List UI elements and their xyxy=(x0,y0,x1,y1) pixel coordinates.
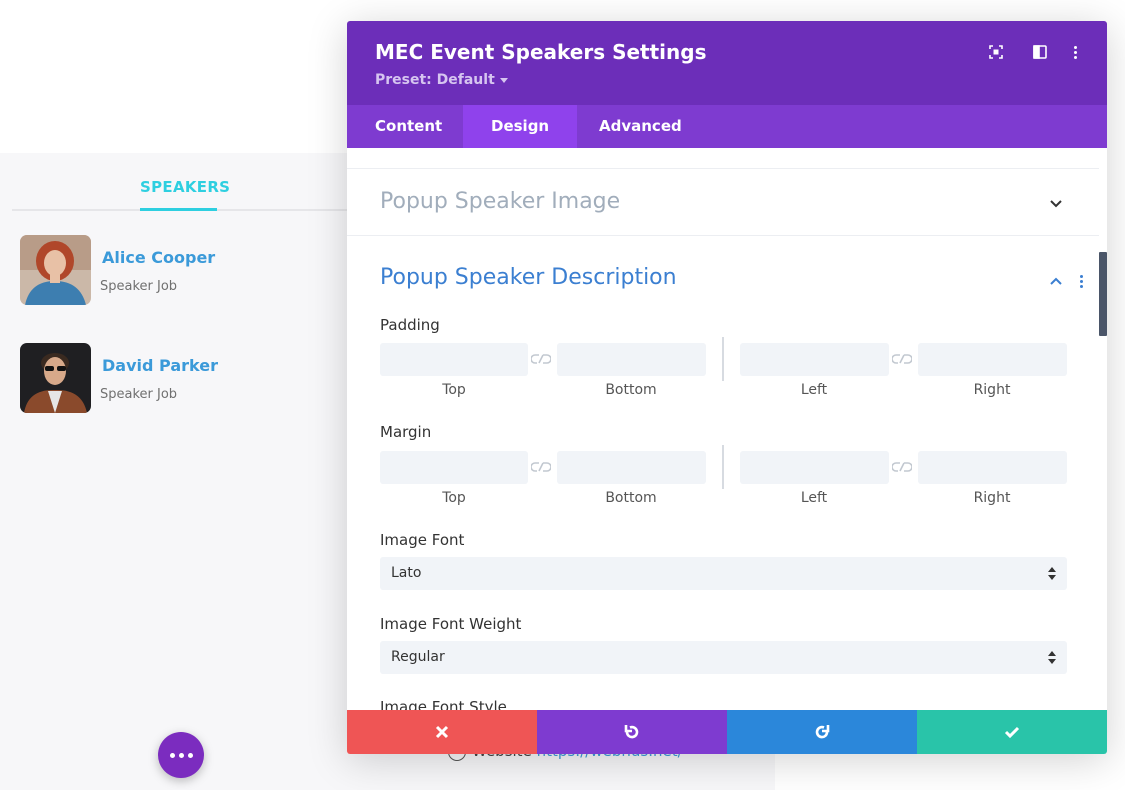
image-font-label: Image Font xyxy=(380,531,465,549)
speaker-card[interactable]: Alice Cooper Speaker Job xyxy=(20,235,340,307)
check-icon xyxy=(1004,726,1020,739)
chevron-up-icon[interactable] xyxy=(1049,274,1063,288)
settings-modal: MEC Event Speakers Settings Preset: Defa… xyxy=(347,21,1107,754)
margin-label: Margin xyxy=(380,423,432,441)
image-font-value: Lato xyxy=(391,565,422,581)
chevron-down-icon[interactable] xyxy=(1049,197,1063,211)
dot-icon xyxy=(187,752,193,758)
speaker-photo xyxy=(20,235,91,305)
margin-right-input[interactable] xyxy=(918,451,1067,484)
modal-tabs: Content Design Advanced xyxy=(347,105,1107,148)
modal-title: MEC Event Speakers Settings xyxy=(375,40,707,64)
preset-dropdown[interactable]: Preset: Default xyxy=(375,72,508,88)
section-popup-speaker-image[interactable]: Popup Speaker Image xyxy=(347,168,1099,236)
speaker-name[interactable]: David Parker xyxy=(102,356,218,375)
tab-design[interactable]: Design xyxy=(463,105,578,148)
section-title: Popup Speaker Image xyxy=(380,189,621,214)
speaker-name[interactable]: Alice Cooper xyxy=(102,248,215,267)
divider xyxy=(722,445,724,489)
select-arrows-icon xyxy=(1048,567,1056,580)
split-view-icon[interactable] xyxy=(1031,43,1049,61)
padding-top-input[interactable] xyxy=(380,343,528,376)
image-font-select[interactable]: Lato xyxy=(380,557,1067,590)
link-icon[interactable] xyxy=(531,353,551,365)
speaker-photo xyxy=(20,343,91,413)
section-menu-icon[interactable] xyxy=(1080,275,1084,288)
more-options-button[interactable] xyxy=(158,732,204,778)
dot-icon xyxy=(178,752,184,758)
save-button[interactable] xyxy=(917,710,1107,754)
undo-icon xyxy=(624,725,639,739)
padding-right-label: Right xyxy=(973,382,1011,398)
padding-top-label: Top xyxy=(442,382,466,398)
preset-label: Preset: Default xyxy=(375,72,495,88)
padding-bottom-label: Bottom xyxy=(605,382,657,398)
fullscreen-icon[interactable] xyxy=(987,43,1005,61)
margin-top-input[interactable] xyxy=(380,451,528,484)
select-arrows-icon xyxy=(1048,651,1056,664)
section-title[interactable]: Popup Speaker Description xyxy=(380,265,677,290)
divider xyxy=(722,337,724,381)
image-font-weight-label: Image Font Weight xyxy=(380,615,522,633)
modal-footer xyxy=(347,710,1107,754)
more-vertical-icon[interactable] xyxy=(1067,43,1085,61)
cancel-button[interactable] xyxy=(347,710,537,754)
speaker-job: Speaker Job xyxy=(100,387,178,402)
tab-advanced[interactable]: Advanced xyxy=(571,105,710,148)
padding-right-input[interactable] xyxy=(918,343,1067,376)
margin-left-input[interactable] xyxy=(740,451,889,484)
padding-label: Padding xyxy=(380,316,440,334)
dot-icon xyxy=(169,752,175,758)
modal-body: Popup Speaker Image Popup Speaker Descri… xyxy=(347,148,1107,710)
link-icon[interactable] xyxy=(892,461,912,473)
image-font-style-label: Image Font Style xyxy=(380,698,507,710)
link-icon[interactable] xyxy=(892,353,912,365)
tab-content[interactable]: Content xyxy=(347,105,470,148)
margin-bottom-input[interactable] xyxy=(557,451,706,484)
margin-bottom-label: Bottom xyxy=(605,490,657,506)
image-font-weight-value: Regular xyxy=(391,649,445,665)
caret-down-icon xyxy=(499,77,508,83)
padding-left-label: Left xyxy=(800,382,828,398)
modal-header: MEC Event Speakers Settings Preset: Defa… xyxy=(347,21,1107,105)
speaker-card[interactable]: David Parker Speaker Job xyxy=(20,343,340,415)
tab-speakers[interactable]: SPEAKERS xyxy=(140,178,230,196)
redo-button[interactable] xyxy=(727,710,917,754)
link-icon[interactable] xyxy=(531,461,551,473)
speaker-job: Speaker Job xyxy=(100,279,178,294)
image-font-weight-select[interactable]: Regular xyxy=(380,641,1067,674)
padding-left-input[interactable] xyxy=(740,343,889,376)
padding-bottom-input[interactable] xyxy=(557,343,706,376)
margin-top-label: Top xyxy=(442,490,466,506)
undo-button[interactable] xyxy=(537,710,727,754)
tab-active-indicator xyxy=(140,208,217,211)
redo-icon xyxy=(815,725,830,739)
margin-right-label: Right xyxy=(973,490,1011,506)
margin-left-label: Left xyxy=(800,490,828,506)
close-icon xyxy=(435,725,449,739)
scrollbar[interactable] xyxy=(1099,252,1107,336)
